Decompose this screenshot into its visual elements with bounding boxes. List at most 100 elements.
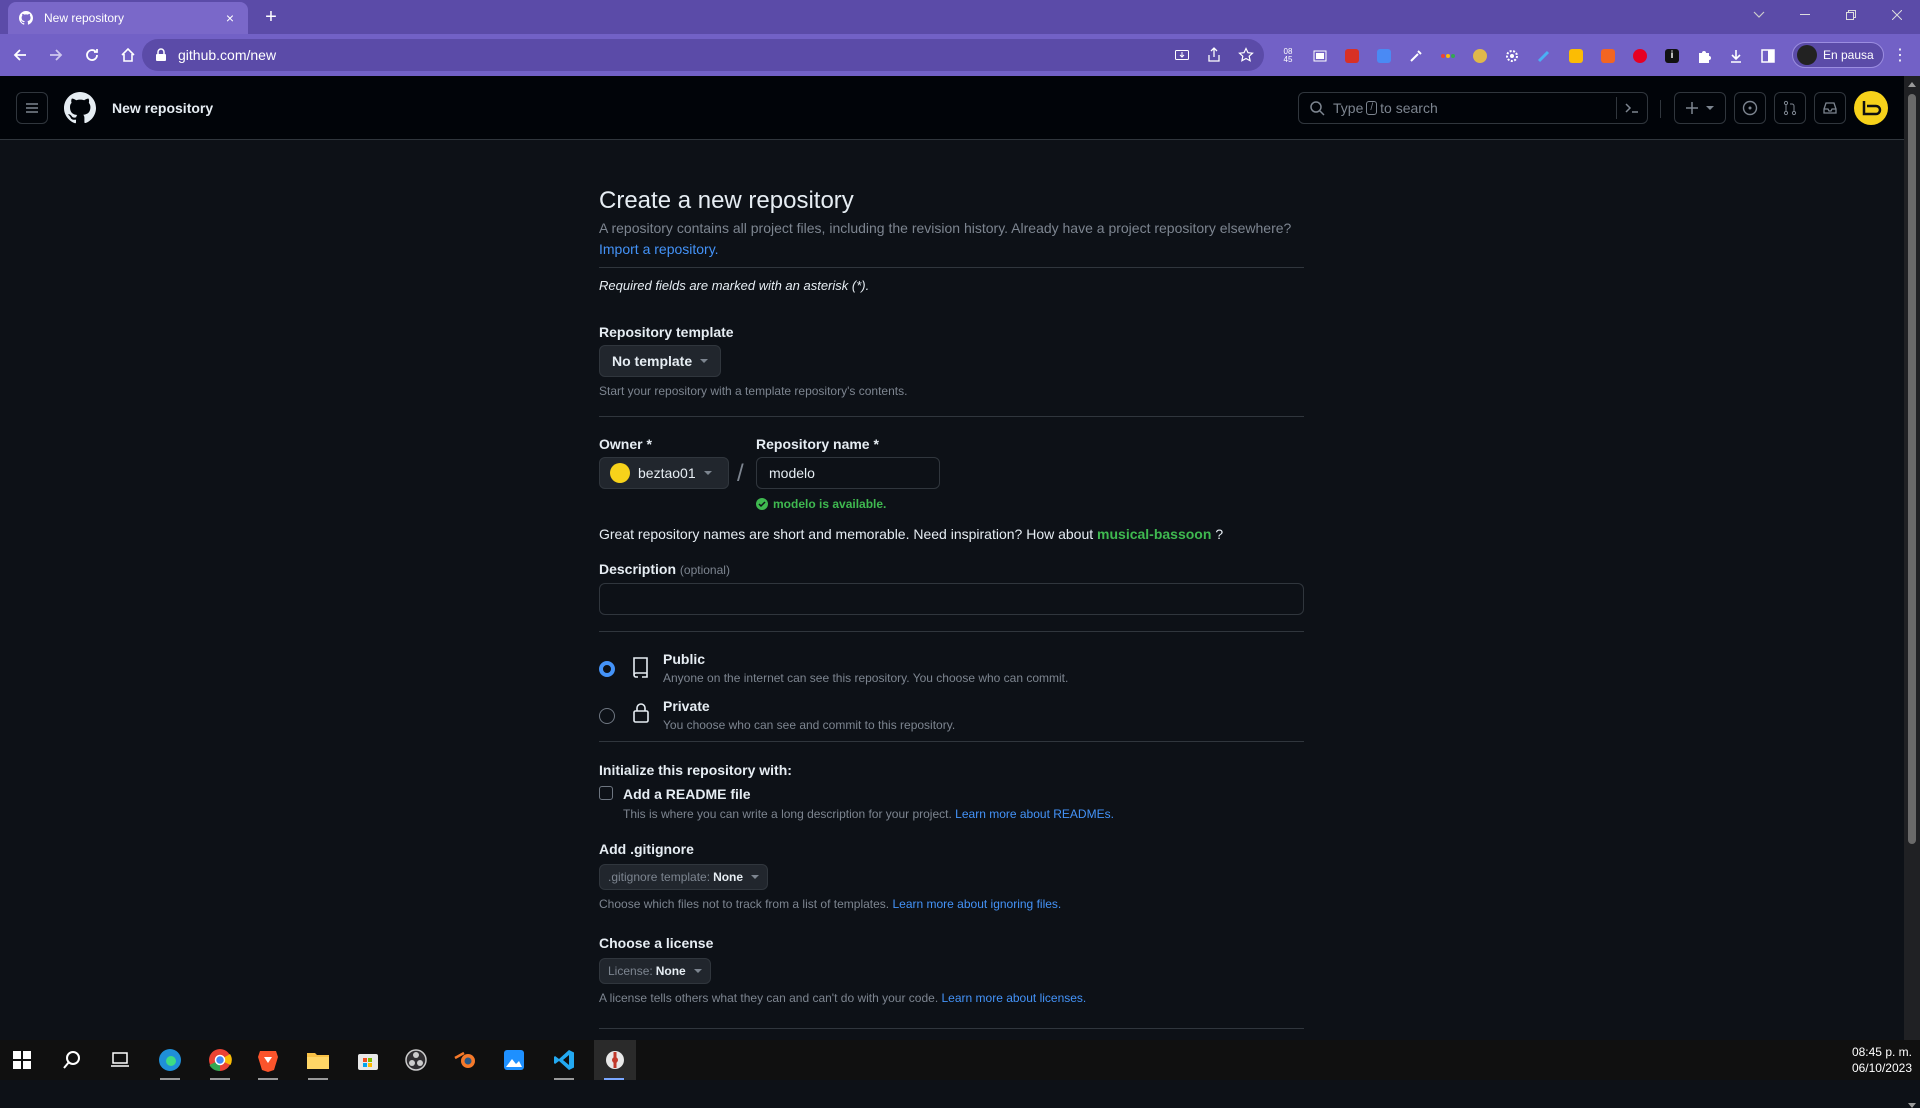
scroll-up-arrow-icon[interactable]: [1908, 82, 1916, 87]
license-select-button[interactable]: License: None: [599, 958, 711, 984]
issues-button[interactable]: [1734, 92, 1766, 124]
pull-requests-button[interactable]: [1774, 92, 1806, 124]
scroll-down-arrow-icon[interactable]: [1908, 1103, 1916, 1108]
system-clock[interactable]: 08:45 p. m. 06/10/2023: [1852, 1044, 1912, 1076]
description-input[interactable]: [599, 583, 1304, 615]
home-button[interactable]: [112, 39, 144, 71]
owner-avatar: [610, 463, 630, 483]
feather-extension-icon[interactable]: [1532, 45, 1556, 67]
obs-icon[interactable]: [396, 1040, 436, 1080]
owner-label: Owner *: [599, 436, 652, 452]
required-fields-note: Required fields are marked with an aster…: [599, 278, 870, 293]
microsoft-store-icon[interactable]: [348, 1040, 388, 1080]
home-icon: [121, 47, 135, 62]
gear-extension-icon[interactable]: [1500, 45, 1524, 67]
pinterest-extension-icon[interactable]: [1628, 45, 1652, 67]
chrome-icon[interactable]: [200, 1040, 240, 1080]
clock-extension-icon[interactable]: 08 45: [1276, 45, 1300, 67]
page-scrollbar[interactable]: [1904, 76, 1920, 1108]
bookmark-star-icon[interactable]: [1236, 45, 1256, 65]
name-suggestion-link[interactable]: musical-bassoon: [1097, 526, 1211, 542]
tab-title: New repository: [44, 11, 125, 25]
back-button[interactable]: [4, 39, 36, 71]
rss-extension-icon[interactable]: [1596, 45, 1620, 67]
readme-learn-more-link[interactable]: Learn more about READMEs.: [955, 807, 1114, 821]
header-divider: [1660, 100, 1661, 118]
license-select-prefix: License:: [608, 964, 653, 978]
hamburger-menu-button[interactable]: [16, 92, 48, 124]
github-header: New repository Type / to search: [0, 76, 1904, 140]
vscode-icon[interactable]: [544, 1040, 584, 1080]
repo-name-input[interactable]: modelo: [756, 457, 940, 489]
file-explorer-icon[interactable]: [298, 1040, 338, 1080]
search-input[interactable]: Type / to search: [1298, 92, 1648, 124]
taskbar-search-icon[interactable]: [52, 1040, 92, 1080]
readme-label[interactable]: Add a README file: [623, 786, 751, 802]
puzzle-extensions-icon[interactable]: [1692, 45, 1716, 67]
github-favicon-icon: [18, 10, 34, 26]
readme-checkbox[interactable]: [599, 786, 613, 800]
import-repository-link[interactable]: Import a repository.: [599, 241, 719, 257]
private-radio[interactable]: [599, 708, 615, 724]
gitignore-learn-more-link[interactable]: Learn more about ignoring files.: [892, 897, 1061, 911]
inbox-button[interactable]: [1814, 92, 1846, 124]
create-new-button[interactable]: [1674, 92, 1726, 124]
download-icon[interactable]: [1724, 45, 1748, 67]
blender-icon[interactable]: [446, 1040, 486, 1080]
private-title[interactable]: Private: [663, 698, 710, 714]
public-title[interactable]: Public: [663, 651, 705, 667]
photos-icon[interactable]: [494, 1040, 534, 1080]
owner-repo-separator: /: [737, 460, 744, 487]
gmail-extension-icon[interactable]: [1340, 45, 1364, 67]
browser-tab[interactable]: New repository ×: [8, 2, 248, 34]
edge-icon[interactable]: [150, 1040, 190, 1080]
side-panel-icon[interactable]: [1756, 45, 1780, 67]
reload-button[interactable]: [76, 39, 108, 71]
user-avatar[interactable]: [1854, 91, 1888, 125]
command-palette-icon[interactable]: [1623, 100, 1641, 116]
github-logo-icon[interactable]: [64, 92, 96, 124]
gitignore-select-button[interactable]: .gitignore template: None: [599, 864, 769, 890]
search-placeholder-suffix: to search: [1380, 100, 1438, 116]
template-value: No template: [612, 353, 693, 369]
paint-extension-icon[interactable]: [1468, 45, 1492, 67]
browser-menu-button[interactable]: ⋮: [1890, 45, 1910, 67]
forward-button[interactable]: [40, 39, 72, 71]
tab-close-button[interactable]: ×: [222, 10, 238, 26]
license-learn-more-link[interactable]: Learn more about licenses.: [942, 991, 1087, 1005]
owner-select-button[interactable]: beztao01: [599, 457, 729, 489]
lock-icon[interactable]: [154, 48, 168, 62]
availability-text: modelo is available.: [773, 497, 887, 511]
windows-start-icon[interactable]: [2, 1040, 42, 1080]
public-radio[interactable]: [599, 661, 615, 677]
new-tab-button[interactable]: +: [258, 5, 284, 31]
header-context-title[interactable]: New repository: [112, 100, 213, 116]
screen-extension-icon[interactable]: [1308, 45, 1332, 67]
plus-icon: [1686, 102, 1698, 114]
keep-extension-icon[interactable]: [1564, 45, 1588, 67]
public-description: Anyone on the internet can see this repo…: [663, 671, 1069, 685]
info-extension-icon[interactable]: i: [1660, 45, 1684, 67]
eyedropper-extension-icon[interactable]: [1404, 45, 1428, 67]
check-circle-icon: [756, 498, 768, 510]
divider: [599, 1028, 1304, 1029]
brave-icon[interactable]: [248, 1040, 288, 1080]
active-app-icon[interactable]: [594, 1040, 636, 1080]
color-dots-extension-icon[interactable]: [1436, 45, 1460, 67]
tab-search-button[interactable]: [1736, 0, 1782, 30]
translate-extension-icon[interactable]: [1372, 45, 1396, 67]
scroll-thumb[interactable]: [1908, 94, 1916, 844]
search-icon: [1310, 101, 1325, 116]
divider: [599, 267, 1304, 268]
minimize-button[interactable]: [1782, 0, 1828, 30]
install-app-icon[interactable]: [1172, 45, 1192, 65]
address-bar[interactable]: github.com/new: [142, 39, 1264, 71]
license-label: Choose a license: [599, 935, 714, 951]
task-view-icon[interactable]: [100, 1040, 140, 1080]
close-window-button[interactable]: [1874, 0, 1920, 30]
share-icon[interactable]: [1204, 45, 1224, 65]
restore-button[interactable]: [1828, 0, 1874, 30]
profile-button[interactable]: En pausa: [1792, 42, 1884, 68]
template-select-button[interactable]: No template: [599, 345, 722, 377]
url-text[interactable]: github.com/new: [178, 47, 276, 63]
